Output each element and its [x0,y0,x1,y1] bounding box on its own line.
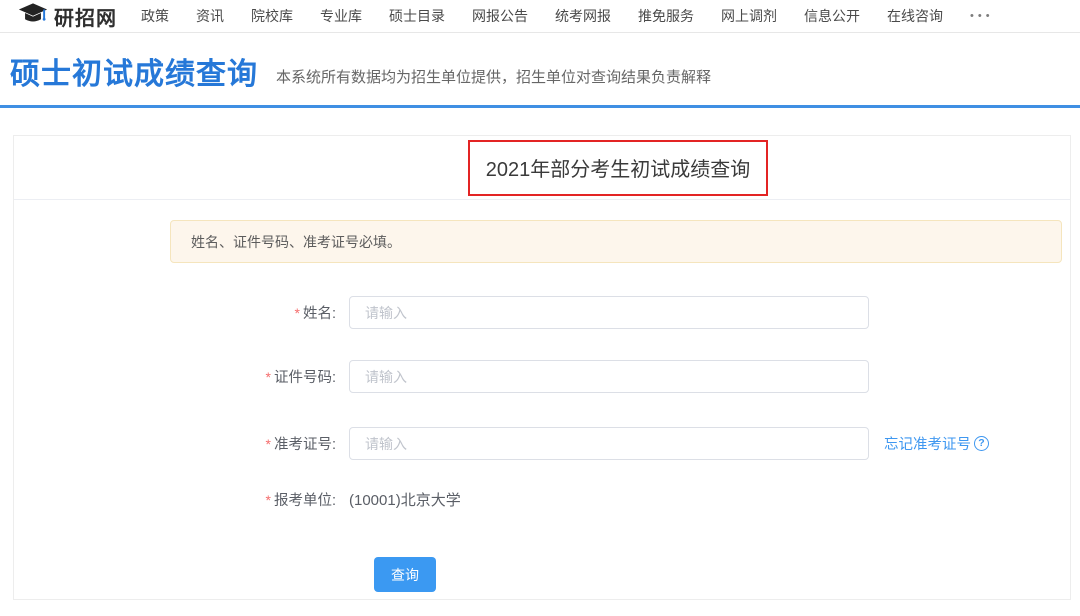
form-row-target-institution: *报考单位: (10001)北京大学 [14,489,1070,509]
required-asterisk: * [266,492,271,508]
required-asterisk: * [266,436,271,452]
top-nav-bar: 研招网 政策 资讯 院校库 专业库 硕士目录 网报公告 统考网报 推免服务 网上… [0,0,1080,33]
score-query-form: *姓名: *证件号码: *准考证号: 忘记准考证号 ? *报考单位: (1000… [14,296,1070,592]
card-title: 2021年部分考生初试成绩查询 [486,153,751,182]
graduation-cap-icon [18,2,48,30]
forgot-ticket-link[interactable]: 忘记准考证号 ? [884,433,989,454]
nav-item-exemption-service[interactable]: 推免服务 [638,6,694,26]
site-logo[interactable]: 研招网 [18,2,117,31]
page-title: 硕士初试成绩查询 [10,60,258,90]
nav-item-college-library[interactable]: 院校库 [251,6,293,26]
admission-ticket-label: *准考证号: [14,433,336,454]
form-row-id-number: *证件号码: [14,360,1070,393]
forgot-ticket-link-label: 忘记准考证号 [884,433,971,454]
required-fields-notice: 姓名、证件号码、准考证号必填。 [170,220,1062,263]
name-label: *姓名: [14,302,336,323]
question-circle-icon: ? [974,436,989,451]
nav-item-info-disclosure[interactable]: 信息公开 [804,6,860,26]
required-asterisk: * [266,369,271,385]
logo-text: 研招网 [54,2,117,31]
target-institution-label: *报考单位: [14,489,336,510]
nav-item-master-catalog[interactable]: 硕士目录 [389,6,445,26]
page-header: 硕士初试成绩查询 本系统所有数据均为招生单位提供，招生单位对查询结果负责解释 [0,33,1080,90]
admission-ticket-input[interactable] [349,427,869,460]
card-title-row: 2021年部分考生初试成绩查询 [14,136,1070,200]
name-input[interactable] [349,296,869,329]
red-highlight-box: 2021年部分考生初试成绩查询 [468,140,768,196]
page-subtitle: 本系统所有数据均为招生单位提供，招生单位对查询结果负责解释 [276,66,711,90]
form-row-name: *姓名: [14,296,1070,329]
nav-item-major-library[interactable]: 专业库 [320,6,362,26]
nav-item-news[interactable]: 资讯 [196,6,224,26]
id-number-label: *证件号码: [14,366,336,387]
blue-divider [0,105,1080,108]
nav-item-registration-announcements[interactable]: 网报公告 [472,6,528,26]
query-button[interactable]: 查询 [374,557,436,592]
form-row-admission-ticket: *准考证号: 忘记准考证号 ? [14,427,1070,460]
id-number-input[interactable] [349,360,869,393]
nav-item-online-adjustment[interactable]: 网上调剂 [721,6,777,26]
nav-more-button[interactable]: ••• [970,10,994,22]
notice-text: 姓名、证件号码、准考证号必填。 [191,232,401,252]
nav-item-online-consultation[interactable]: 在线咨询 [887,6,943,26]
nav-menu: 政策 资讯 院校库 专业库 硕士目录 网报公告 统考网报 推免服务 网上调剂 信… [141,6,994,26]
query-card: 2021年部分考生初试成绩查询 姓名、证件号码、准考证号必填。 *姓名: *证件… [13,135,1071,600]
required-asterisk: * [295,305,300,321]
nav-item-unified-exam-registration[interactable]: 统考网报 [555,6,611,26]
target-institution-value: (10001)北京大学 [349,489,461,510]
nav-item-policy[interactable]: 政策 [141,6,169,26]
